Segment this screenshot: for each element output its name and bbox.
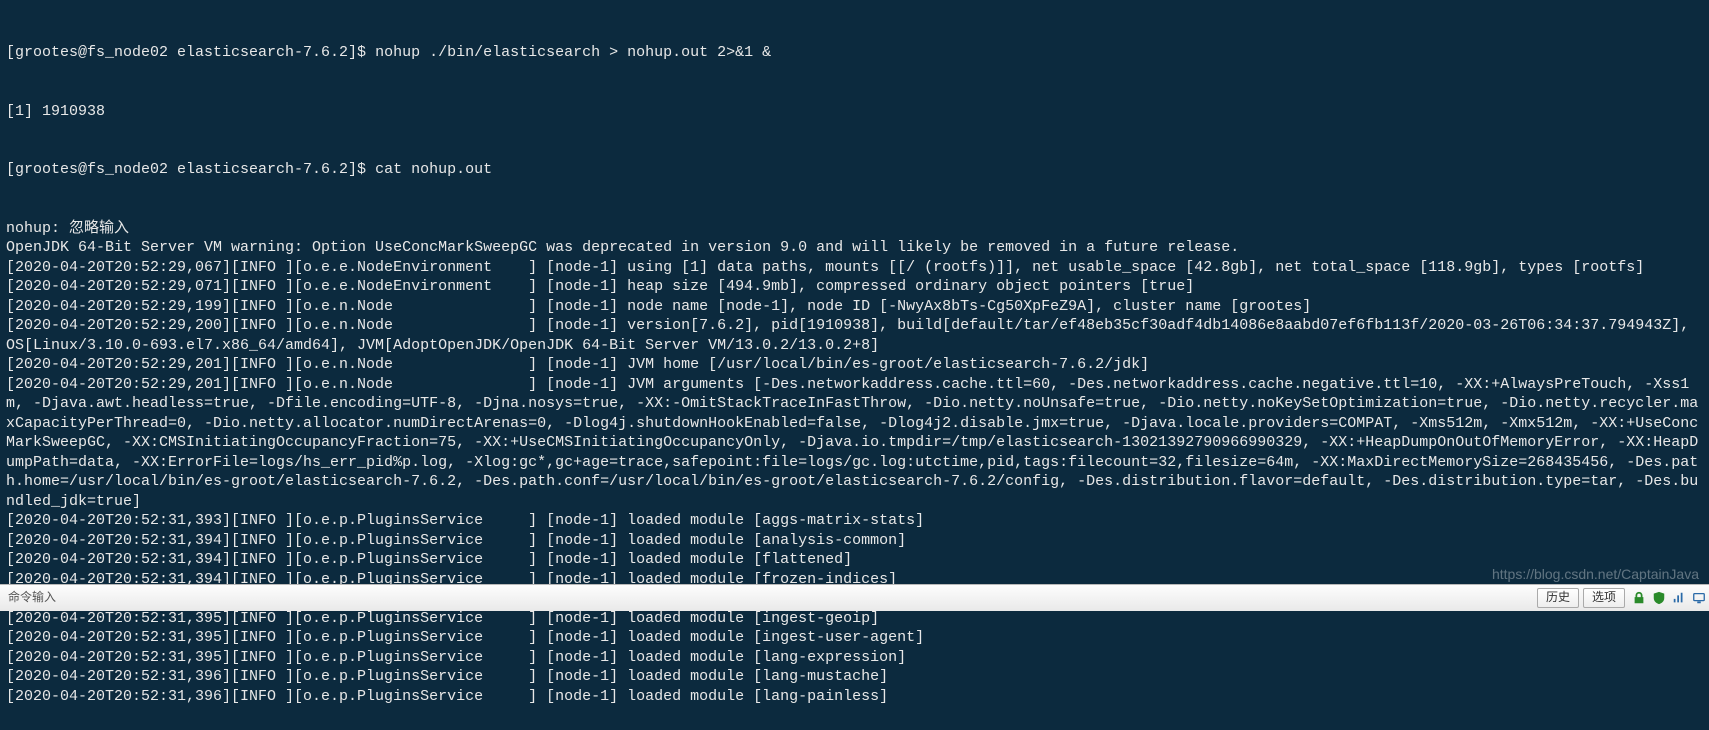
log-line: [2020-04-20T20:52:31,394][INFO ][o.e.p.P… (6, 531, 1703, 551)
log-line: [2020-04-20T20:52:31,394][INFO ][o.e.p.P… (6, 550, 1703, 570)
terminal-output[interactable]: [grootes@fs_node02 elasticsearch-7.6.2]$… (0, 0, 1709, 730)
history-button[interactable]: 历史 (1537, 588, 1579, 608)
log-output: nohup: 忽略输入OpenJDK 64-Bit Server VM warn… (6, 219, 1703, 707)
command-text: cat nohup.out (375, 161, 492, 178)
log-line: [2020-04-20T20:52:29,200][INFO ][o.e.n.N… (6, 316, 1703, 355)
log-line: [2020-04-20T20:52:31,393][INFO ][o.e.p.P… (6, 511, 1703, 531)
log-line: [2020-04-20T20:52:29,201][INFO ][o.e.n.N… (6, 355, 1703, 375)
log-line: [2020-04-20T20:52:29,067][INFO ][o.e.e.N… (6, 258, 1703, 278)
log-line: [2020-04-20T20:52:29,071][INFO ][o.e.e.N… (6, 277, 1703, 297)
log-line: [2020-04-20T20:52:31,396][INFO ][o.e.p.P… (6, 667, 1703, 687)
status-network-icon (1672, 591, 1686, 605)
log-line: OpenJDK 64-Bit Server VM warning: Option… (6, 238, 1703, 258)
log-line: [2020-04-20T20:52:31,395][INFO ][o.e.p.P… (6, 648, 1703, 668)
bottom-toolbar: 命令输入 历史 选项 (0, 584, 1709, 611)
shell-prompt: [grootes@fs_node02 elasticsearch-7.6.2]$ (6, 161, 375, 178)
prompt-line-2: [grootes@fs_node02 elasticsearch-7.6.2]$… (6, 160, 1703, 180)
prompt-line-1: [grootes@fs_node02 elasticsearch-7.6.2]$… (6, 43, 1703, 63)
log-line: [2020-04-20T20:52:29,199][INFO ][o.e.n.N… (6, 297, 1703, 317)
log-line: [2020-04-20T20:52:29,201][INFO ][o.e.n.N… (6, 375, 1703, 512)
command-input-label: 命令输入 (0, 590, 64, 606)
log-line: [2020-04-20T20:52:31,395][INFO ][o.e.p.P… (6, 609, 1703, 629)
options-button[interactable]: 选项 (1583, 588, 1625, 608)
status-monitor-icon (1692, 591, 1706, 605)
shell-prompt: [grootes@fs_node02 elasticsearch-7.6.2]$ (6, 44, 375, 61)
log-line: [2020-04-20T20:52:31,395][INFO ][o.e.p.P… (6, 628, 1703, 648)
status-lock-icon (1632, 591, 1646, 605)
status-shield-icon (1652, 591, 1666, 605)
command-text: nohup ./bin/elasticsearch > nohup.out 2>… (375, 44, 771, 61)
log-line: [2020-04-20T20:52:31,396][INFO ][o.e.p.P… (6, 687, 1703, 707)
watermark-text: https://blog.csdn.net/CaptainJava (1492, 565, 1699, 583)
job-line: [1] 1910938 (6, 102, 1703, 122)
log-line: nohup: 忽略输入 (6, 219, 1703, 239)
